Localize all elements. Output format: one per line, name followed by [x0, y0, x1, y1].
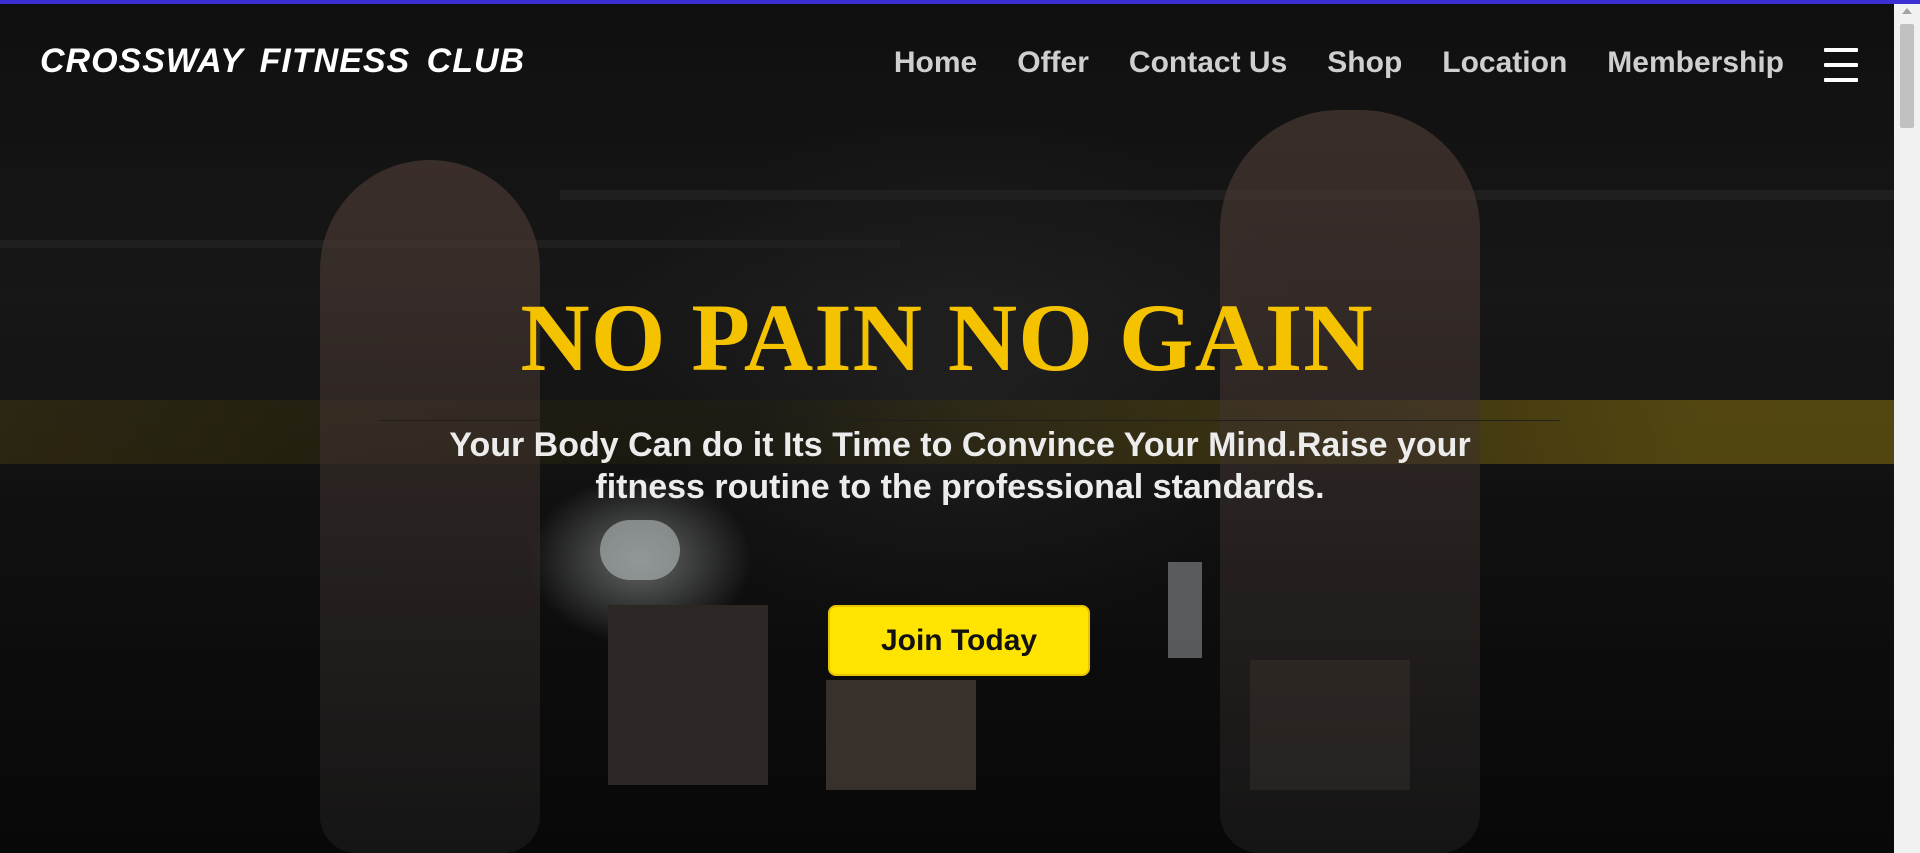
nav-membership-link[interactable]: Membership: [1607, 46, 1784, 80]
hamburger-menu-icon[interactable]: [1824, 48, 1858, 82]
hamburger-line: [1824, 78, 1858, 82]
nav-shop-link[interactable]: Shop: [1327, 46, 1402, 80]
nav-offer-link[interactable]: Offer: [1017, 46, 1089, 80]
hero-subtitle: Your Body Can do it Its Time to Convince…: [449, 426, 1471, 506]
vertical-scrollbar[interactable]: [1894, 0, 1920, 853]
nav-location-link[interactable]: Location: [1442, 46, 1567, 80]
scroll-thumb[interactable]: [1900, 24, 1914, 128]
hamburger-line: [1824, 63, 1858, 67]
top-accent-bar: [0, 0, 1920, 4]
hamburger-line: [1824, 48, 1858, 52]
join-today-button[interactable]: Join Today: [828, 605, 1090, 676]
brand-logo[interactable]: CROSSWAY FITNESS CLUB: [40, 42, 525, 81]
page: CROSSWAY FITNESS CLUB Home Offer Contact…: [0, 0, 1920, 853]
headline-divider: [380, 420, 1560, 421]
nav-home-link[interactable]: Home: [894, 46, 977, 80]
nav-contact-link[interactable]: Contact Us: [1129, 46, 1287, 80]
nav-links: Home Offer Contact Us Shop Location Memb…: [894, 46, 1784, 80]
hero-headline: NO PAIN NO GAIN: [520, 284, 1374, 391]
navbar: CROSSWAY FITNESS CLUB Home Offer Contact…: [0, 4, 1894, 124]
scroll-up-arrow-icon[interactable]: [1902, 8, 1912, 14]
